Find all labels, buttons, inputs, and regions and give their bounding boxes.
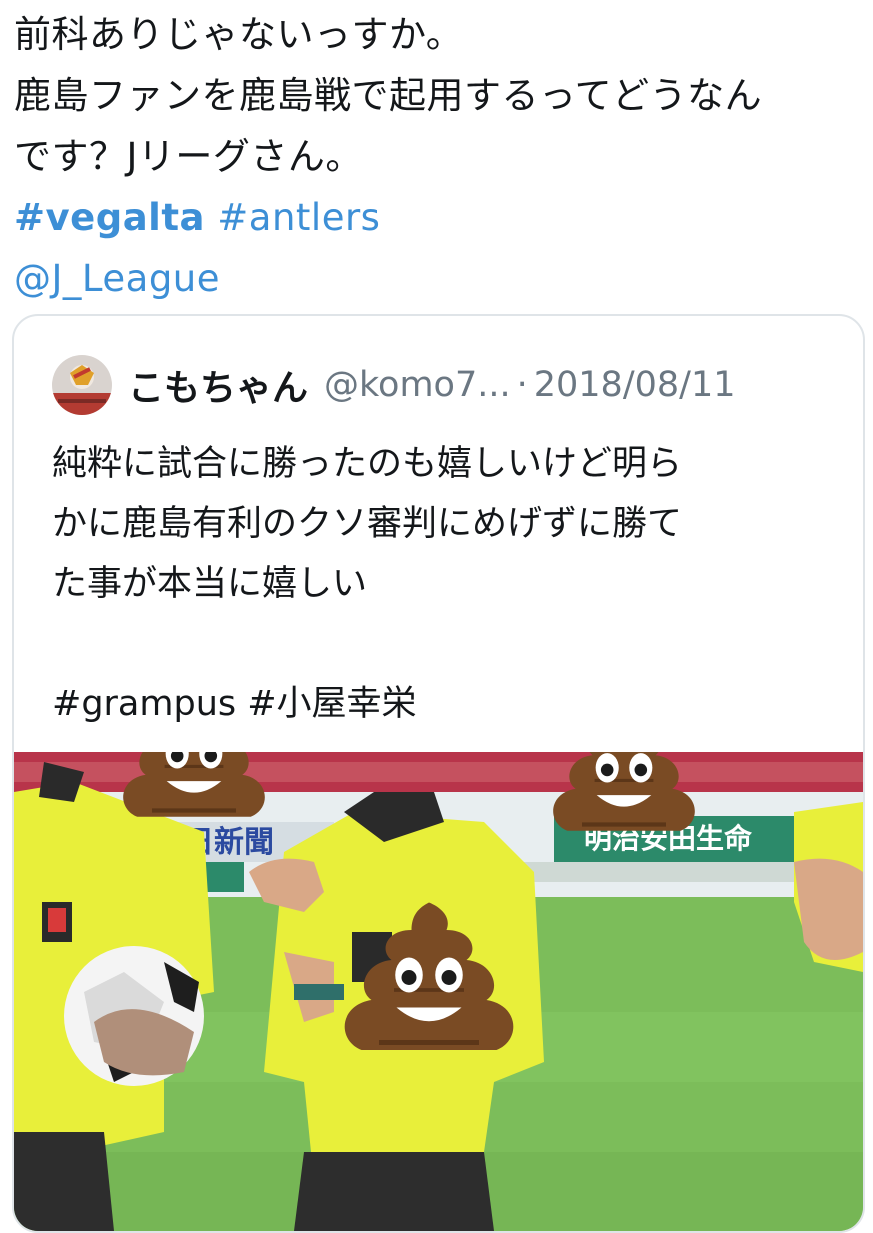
quoted-line-blank	[52, 614, 852, 674]
quoted-date[interactable]: 2018/08/11	[534, 365, 736, 405]
poop-emoji	[123, 752, 265, 817]
avatar-image	[52, 355, 112, 415]
referee-photo: 朝日新聞 明治安田生命 命	[14, 752, 863, 1231]
separator-dot: ·	[516, 365, 528, 405]
quoted-photo[interactable]: 朝日新聞 明治安田生命 命	[14, 752, 863, 1231]
quoted-line-3: た事が本当に嬉しい	[52, 564, 368, 604]
quoted-handle[interactable]: @komo7...	[324, 365, 511, 405]
quoted-tweet-card[interactable]: こもちゃん @komo7... · 2018/08/11 純粋に試合に勝ったのも…	[12, 314, 865, 1233]
quoted-tweet-header: こもちゃん @komo7... · 2018/08/11	[52, 352, 735, 418]
hashtag-row: #vegalta #antlers	[14, 187, 864, 248]
quoted-hashtags[interactable]: #grampus #小屋幸栄	[52, 674, 852, 734]
hashtag-vegalta[interactable]: #vegalta	[14, 196, 205, 239]
hashtag-antlers[interactable]: #antlers	[217, 196, 380, 239]
poop-emoji	[553, 752, 695, 831]
tweet-line-2: 鹿島ファンを鹿島戦で起用するってどうなん	[14, 74, 763, 117]
quoted-line-1: 純粋に試合に勝ったのも嬉しいけど明ら	[52, 444, 683, 484]
tweet-line-1: 前科ありじゃないっすか。	[14, 13, 464, 56]
tweet-line-3: です？Jリーグさん。	[14, 135, 363, 178]
quoted-tweet-text: 純粋に試合に勝ったのも嬉しいけど明ら かに鹿島有利のクソ審判にめげずに勝て た事…	[52, 434, 852, 734]
quoted-line-2: かに鹿島有利のクソ審判にめげずに勝て	[52, 504, 683, 544]
avatar[interactable]	[52, 355, 112, 415]
quoted-display-name[interactable]: こもちゃん	[128, 359, 308, 411]
tweet-text: 前科ありじゃないっすか。 鹿島ファンを鹿島戦で起用するってどうなん です？Jリー…	[14, 4, 864, 309]
mention-jleague[interactable]: @J_League	[14, 248, 864, 309]
